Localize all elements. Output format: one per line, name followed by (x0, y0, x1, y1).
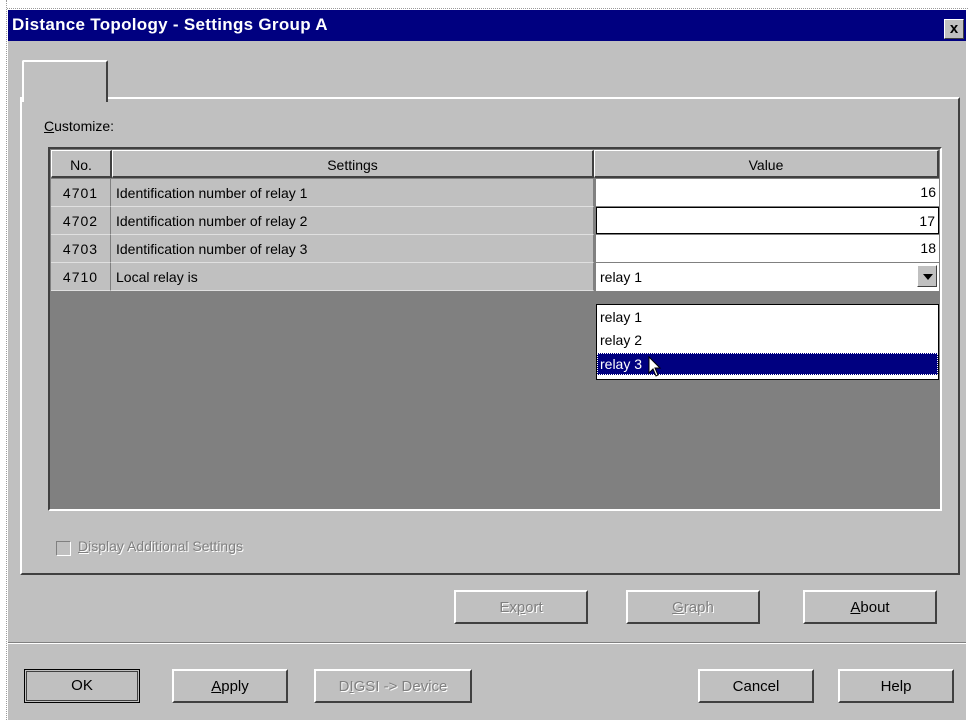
close-icon: x (949, 20, 959, 37)
desktop-border-top (0, 0, 968, 9)
about-button[interactable]: About (803, 590, 937, 624)
help-button[interactable]: Help (838, 669, 954, 703)
title-bar[interactable]: Distance Topology - Settings Group A x (8, 10, 966, 41)
row-setting: Identification number of relay 3 (111, 235, 594, 263)
table-row[interactable]: 4703 Identification number of relay 3 18 (51, 235, 940, 263)
row-setting: Identification number of relay 1 (111, 179, 594, 207)
local-relay-select[interactable]: relay 1 (596, 263, 939, 291)
table-row[interactable]: 4701 Identification number of relay 1 16 (51, 179, 940, 207)
graph-button[interactable]: Graph (626, 590, 760, 624)
row-number: 4703 (51, 235, 111, 263)
column-header-no[interactable]: No. (51, 150, 112, 178)
checkbox-label: Display Additional Settings (78, 538, 243, 554)
dropdown-option[interactable]: relay 1 (597, 306, 938, 328)
settings-dialog: Distance Topology - Settings Group A x C… (8, 10, 966, 720)
row-number: 4701 (51, 179, 111, 207)
row-setting: Local relay is (111, 263, 594, 291)
cancel-button[interactable]: Cancel (698, 669, 814, 703)
dropdown-option[interactable]: relay 2 (597, 329, 938, 351)
close-button[interactable]: x (944, 19, 964, 39)
apply-button[interactable]: Apply (172, 669, 288, 703)
customize-label: Customize: (44, 118, 115, 134)
digsi-to-device-button[interactable]: DIGSI -> Device (314, 669, 472, 703)
ok-button[interactable]: OK (24, 669, 140, 703)
row-number: 4710 (51, 263, 111, 291)
chevron-down-icon[interactable] (917, 265, 937, 287)
row-setting: Identification number of relay 2 (111, 207, 594, 235)
display-additional-settings-checkbox[interactable] (56, 541, 71, 556)
desktop-border-left (0, 0, 7, 720)
column-header-value[interactable]: Value (594, 150, 939, 178)
separator (8, 642, 966, 644)
table-row[interactable]: 4702 Identification number of relay 2 17 (51, 207, 940, 235)
row-number: 4702 (51, 207, 111, 235)
column-header-settings[interactable]: Settings (112, 150, 594, 178)
settings-tab[interactable] (22, 60, 108, 102)
select-value: relay 1 (600, 269, 643, 285)
window-title: Distance Topology - Settings Group A (12, 15, 328, 34)
export-button[interactable]: Export (454, 590, 588, 624)
row-value[interactable]: 18 (596, 235, 939, 262)
table-row[interactable]: 4710 Local relay is relay 1 (51, 263, 940, 291)
row-value[interactable]: 17 (596, 207, 939, 234)
row-value[interactable]: 16 (596, 179, 939, 206)
